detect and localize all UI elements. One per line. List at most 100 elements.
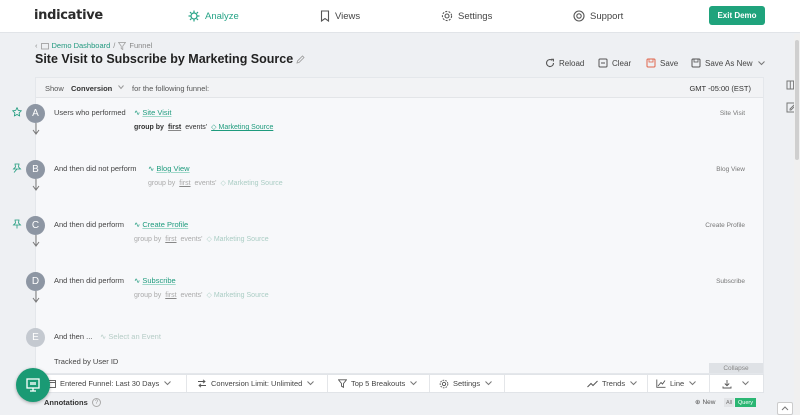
timezone-label[interactable]: GMT -05:00 (EST) — [689, 84, 751, 93]
conversion-select[interactable]: Conversion — [71, 84, 112, 93]
nav-views-label: Views — [335, 10, 361, 22]
save-icon — [646, 58, 656, 68]
nav-analyze-label: Analyze — [205, 10, 239, 22]
conversion-limit-select[interactable]: Conversion Limit: Unlimited — [197, 375, 318, 392]
property-label: Marketing Source — [213, 292, 269, 299]
first-select[interactable]: first — [168, 124, 181, 131]
arrow-down-icon — [32, 235, 40, 247]
star-icon[interactable] — [12, 107, 22, 117]
entered-funnel-select[interactable]: Entered Funnel: Last 30 Days — [47, 375, 175, 392]
chevron-down-icon[interactable] — [118, 85, 124, 90]
property-select[interactable]: ◇ Marketing Source — [221, 179, 283, 187]
page-title[interactable]: Site Visit to Subscribe by Marketing Sou… — [35, 52, 293, 66]
step-d-badge: D — [26, 272, 45, 291]
first-select[interactable]: first — [165, 292, 176, 299]
step-b-event[interactable]: ∿ Blog View — [148, 164, 190, 173]
all-toggle[interactable]: All — [724, 398, 735, 407]
events-label: events' — [185, 123, 208, 131]
line-chart-icon — [656, 379, 666, 388]
reload-button[interactable]: Reload — [545, 56, 584, 70]
pencil-icon[interactable] — [296, 55, 305, 64]
show-label: Show — [45, 84, 64, 93]
step-e-badge: E — [26, 328, 45, 347]
pin-icon[interactable] — [12, 219, 22, 229]
arrow-down-icon — [32, 123, 40, 135]
gear-icon — [439, 379, 449, 388]
nav-analyze[interactable]: Analyze — [188, 9, 239, 23]
plus-icon: ⊕ — [695, 399, 701, 406]
first-select[interactable]: first — [179, 180, 190, 187]
logo[interactable]: indicative — [34, 8, 103, 23]
top-navigation: indicative Analyze Views Settings Suppor… — [0, 0, 800, 33]
tracked-by-label[interactable]: Tracked by User ID — [54, 357, 118, 366]
query-toggle[interactable]: Query — [735, 398, 756, 407]
step-d-group-by: group by first events' ◇ Marketing Sourc… — [134, 291, 269, 300]
save-as-new-label: Save As New — [705, 58, 753, 68]
dashboard-icon — [40, 42, 49, 49]
step-c-right-label: Create Profile — [705, 222, 745, 229]
following-funnel-label: for the following funnel: — [132, 84, 210, 93]
reload-label: Reload — [559, 58, 585, 68]
step-d-event[interactable]: ∿ Subscribe — [134, 276, 176, 285]
presentation-fab[interactable] — [16, 368, 50, 402]
exit-demo-button[interactable]: Exit Demo — [709, 6, 765, 25]
save-button[interactable]: Save — [646, 56, 678, 70]
chart-type-select[interactable]: Line — [656, 375, 700, 392]
property-select[interactable]: ◇ Marketing Source — [211, 123, 273, 131]
chevron-down-icon — [164, 381, 172, 386]
chevron-down-icon — [307, 381, 315, 386]
presentation-icon — [26, 378, 40, 392]
nav-views[interactable]: Views — [320, 9, 360, 23]
breakouts-label: Top 5 Breakouts — [351, 379, 406, 388]
step-b-group-by: group by first events' ◇ Marketing Sourc… — [148, 179, 283, 188]
help-icon[interactable]: ? — [92, 398, 101, 407]
breadcrumb-current: Funnel — [129, 41, 153, 50]
chart-type-label: Line — [670, 379, 685, 388]
download-button[interactable] — [722, 375, 753, 392]
scrollbar-thumb[interactable] — [795, 40, 799, 160]
divider — [429, 375, 430, 392]
scroll-top-button[interactable] — [777, 402, 793, 415]
select-event-input[interactable]: ∿ Select an Event — [100, 332, 161, 341]
select-event-placeholder: Select an Event — [108, 332, 161, 341]
chevron-left-icon: ‹ — [35, 41, 38, 50]
breadcrumb-dashboard-link[interactable]: Demo Dashboard — [52, 41, 111, 50]
step-b-right-label: Blog View — [716, 166, 745, 173]
property-select[interactable]: ◇ Marketing Source — [207, 235, 269, 243]
step-d-right-label: Subscribe — [716, 278, 745, 285]
pin-icon[interactable] — [12, 163, 22, 173]
nav-support[interactable]: Support — [573, 9, 623, 23]
nav-settings-label: Settings — [458, 10, 493, 22]
new-annotation-button[interactable]: ⊕ New — [695, 398, 715, 407]
divider — [327, 375, 328, 392]
arrow-down-icon — [32, 291, 40, 303]
clear-button[interactable]: Clear — [598, 56, 631, 70]
swap-icon — [198, 379, 206, 388]
first-select[interactable]: first — [165, 236, 176, 243]
divider — [504, 375, 505, 392]
nav-settings[interactable]: Settings — [441, 9, 492, 23]
step-c-text: And then did perform — [54, 220, 125, 229]
property-label: Marketing Source — [218, 124, 274, 131]
nav-support-label: Support — [590, 10, 624, 22]
property-select[interactable]: ◇ Marketing Source — [207, 291, 269, 299]
step-a-event[interactable]: ∿ Site Visit — [134, 108, 171, 117]
settings-select[interactable]: Settings — [439, 375, 496, 392]
breadcrumb: ‹ Demo Dashboard / Funnel — [35, 41, 152, 50]
show-bar: Show Conversion for the following funnel… — [36, 78, 763, 98]
save-as-new-button[interactable]: Save As New — [691, 56, 769, 70]
entered-funnel-label: Entered Funnel: Last 30 Days — [60, 379, 160, 388]
annotations-label: Annotations — [44, 398, 88, 407]
step-c-badge: C — [26, 216, 45, 235]
query-options-bar: Entered Funnel: Last 30 Days Conversion … — [35, 374, 764, 393]
step-c-event[interactable]: ∿ Create Profile — [134, 220, 188, 229]
trends-select[interactable]: Trends — [587, 375, 641, 392]
divider — [647, 375, 648, 392]
events-label: events' — [194, 179, 217, 187]
collapse-button[interactable]: Collapse — [709, 363, 763, 373]
breakouts-select[interactable]: Top 5 Breakouts — [338, 375, 421, 392]
chevron-down-icon — [630, 381, 637, 386]
step-a-right-label: Site Visit — [719, 110, 745, 117]
tag-icon: ◇ — [220, 180, 228, 187]
step-b-text: And then did not perform — [54, 164, 137, 173]
